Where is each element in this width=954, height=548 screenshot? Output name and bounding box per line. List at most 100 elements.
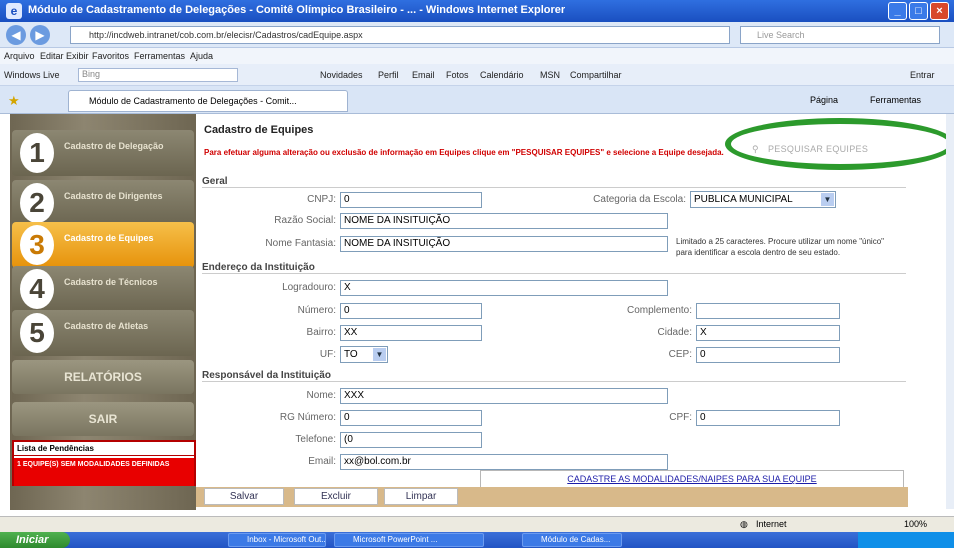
pendencias-title: Lista de Pendências (14, 442, 194, 456)
highlight-ellipse (725, 118, 954, 170)
telefone-input[interactable]: (0 (340, 432, 482, 448)
start-button[interactable]: Iniciar (0, 532, 70, 548)
tab-bar: ★ Módulo de Cadastramento de Delegações … (0, 86, 954, 114)
cep-input[interactable]: 0 (696, 347, 840, 363)
forward-icon[interactable]: ▶ (30, 25, 50, 45)
back-icon[interactable]: ◀ (6, 25, 26, 45)
cidade-label: Cidade: (657, 327, 692, 338)
categoria-value: PUBLICA MUNICIPAL (694, 194, 793, 205)
cadastrar-modalidades-link[interactable]: CADASTRE AS MODALIDADES/NAIPES PARA SUA … (480, 470, 904, 488)
live-link-calendario[interactable]: Calendário (480, 70, 524, 80)
fantasia-note: Limitado a 25 caracteres. Procure utiliz… (676, 237, 884, 257)
delete-button[interactable]: Excluir (294, 488, 378, 505)
uf-label: UF: (319, 349, 336, 360)
section-geral: Geral (202, 176, 906, 188)
cpf-label: CPF: (669, 412, 692, 423)
search-input[interactable]: Live Search (740, 26, 940, 44)
scrollbar[interactable] (946, 114, 954, 509)
window-title: Módulo de Cadastramento de Delegações - … (28, 4, 566, 16)
cidade-input[interactable]: X (696, 325, 840, 341)
ie-icon: e (6, 3, 22, 19)
uf-select[interactable]: TO ▼ (340, 346, 388, 363)
internet-zone-icon: ◍ (740, 519, 748, 529)
sidebar-item-label: Cadastro de Técnicos (64, 277, 158, 287)
nome-label: Nome: (306, 390, 336, 401)
warning-text: Para efetuar alguma alteração ou exclusã… (204, 148, 724, 157)
step-number: 4 (20, 269, 54, 309)
menu-arquivo[interactable]: Arquivo (4, 51, 35, 61)
razao-input[interactable]: NOME DA INSITUIÇÃO (340, 213, 668, 229)
save-button[interactable]: Salvar (204, 488, 284, 505)
address-input[interactable]: http://incdweb.intranet/cob.com.br/eleci… (70, 26, 730, 44)
live-link-fotos[interactable]: Fotos (446, 70, 469, 80)
menu-ajuda[interactable]: Ajuda (190, 51, 213, 61)
logradouro-input[interactable]: X (340, 280, 668, 296)
live-link-compartilhar[interactable]: Compartilhar (570, 70, 622, 80)
complemento-label: Complemento: (626, 305, 692, 316)
cpf-input[interactable]: 0 (696, 410, 840, 426)
task-powerpoint[interactable]: Microsoft PowerPoint ... (334, 533, 484, 547)
rg-input[interactable]: 0 (340, 410, 482, 426)
tools-menu[interactable]: Ferramentas (870, 95, 921, 105)
tab-title: Módulo de Cadastramento de Delegações - … (89, 96, 297, 106)
sidebar-item-label: Cadastro de Delegação (64, 141, 164, 151)
page-title: Cadastro de Equipes (204, 124, 314, 136)
page-menu[interactable]: Página (810, 95, 838, 105)
minimize-button[interactable]: _ (888, 2, 907, 20)
live-search-input[interactable]: Bing (78, 68, 238, 82)
email-field[interactable]: xx@bol.com.br (340, 454, 668, 470)
favorites-star-icon[interactable]: ★ (8, 93, 20, 109)
address-toolbar: ◀ ▶ http://incdweb.intranet/cob.com.br/e… (0, 22, 954, 48)
chevron-down-icon: ▼ (373, 348, 386, 361)
live-toolbar: Windows Live Bing Novidades Perfil Email… (0, 64, 954, 86)
sidebar-item-label: Cadastro de Dirigentes (64, 191, 163, 201)
live-link-perfil[interactable]: Perfil (378, 70, 399, 80)
live-link-email[interactable]: Email (412, 70, 435, 80)
menu-editar[interactable]: Editar (40, 51, 64, 61)
menu-exibir[interactable]: Exibir (66, 51, 89, 61)
uf-value: TO (344, 349, 358, 360)
nome-input[interactable]: XXX (340, 388, 668, 404)
sidebar-item-equipes[interactable]: 3 Cadastro de Equipes (12, 222, 194, 268)
live-label: Windows Live (4, 70, 60, 80)
step-number: 2 (20, 183, 54, 223)
browser-tab[interactable]: Módulo de Cadastramento de Delegações - … (68, 90, 348, 112)
sair-button[interactable]: SAIR (12, 402, 194, 436)
main-panel: Cadastro de Equipes Para efetuar alguma … (196, 114, 908, 509)
zoom-level[interactable]: 100% (904, 519, 927, 529)
pendencias-item[interactable]: 1 EQUIPE(S) SEM MODALIDADES DEFINIDAS (14, 458, 194, 486)
sidebar-item-dirigentes[interactable]: 2 Cadastro de Dirigentes (12, 180, 194, 226)
step-number: 1 (20, 133, 54, 173)
zone-label: Internet (756, 519, 787, 529)
email-label: Email: (308, 456, 336, 467)
live-link-msn[interactable]: MSN (540, 70, 560, 80)
cnpj-input[interactable]: 0 (340, 192, 482, 208)
sidebar-item-delegacao[interactable]: 1 Cadastro de Delegação (12, 130, 194, 176)
cep-label: CEP: (668, 349, 692, 360)
categoria-label: Categoria da Escola: (593, 194, 686, 205)
maximize-button[interactable]: □ (909, 2, 928, 20)
live-entrar[interactable]: Entrar (910, 70, 935, 80)
task-outlook[interactable]: Inbox - Microsoft Out... (228, 533, 326, 547)
live-link-novidades[interactable]: Novidades (320, 70, 363, 80)
bairro-input[interactable]: XX (340, 325, 482, 341)
task-ie[interactable]: Módulo de Cadas... (522, 533, 622, 547)
relatorios-button[interactable]: RELATÓRIOS (12, 360, 194, 394)
categoria-select[interactable]: PUBLICA MUNICIPAL ▼ (690, 191, 836, 208)
menu-bar: Arquivo Editar Exibir Favoritos Ferramen… (0, 48, 954, 64)
step-number: 5 (20, 313, 54, 353)
menu-favoritos[interactable]: Favoritos (92, 51, 129, 61)
status-bar: ◍ Internet 100% (0, 516, 954, 532)
clear-button[interactable]: Limpar (384, 488, 458, 505)
complemento-input[interactable] (696, 303, 840, 319)
fantasia-label: Nome Fantasia: (265, 238, 336, 249)
menu-ferramentas[interactable]: Ferramentas (134, 51, 185, 61)
chevron-down-icon: ▼ (821, 193, 834, 206)
section-endereco: Endereço da Instituição (202, 262, 906, 274)
sidebar-item-atletas[interactable]: 5 Cadastro de Atletas (12, 310, 194, 356)
sidebar-item-label: Cadastro de Atletas (64, 321, 149, 331)
close-button[interactable]: × (930, 2, 949, 20)
numero-input[interactable]: 0 (340, 303, 482, 319)
action-bar: Salvar Excluir Limpar (196, 487, 908, 507)
sidebar-item-tecnicos[interactable]: 4 Cadastro de Técnicos (12, 266, 194, 312)
